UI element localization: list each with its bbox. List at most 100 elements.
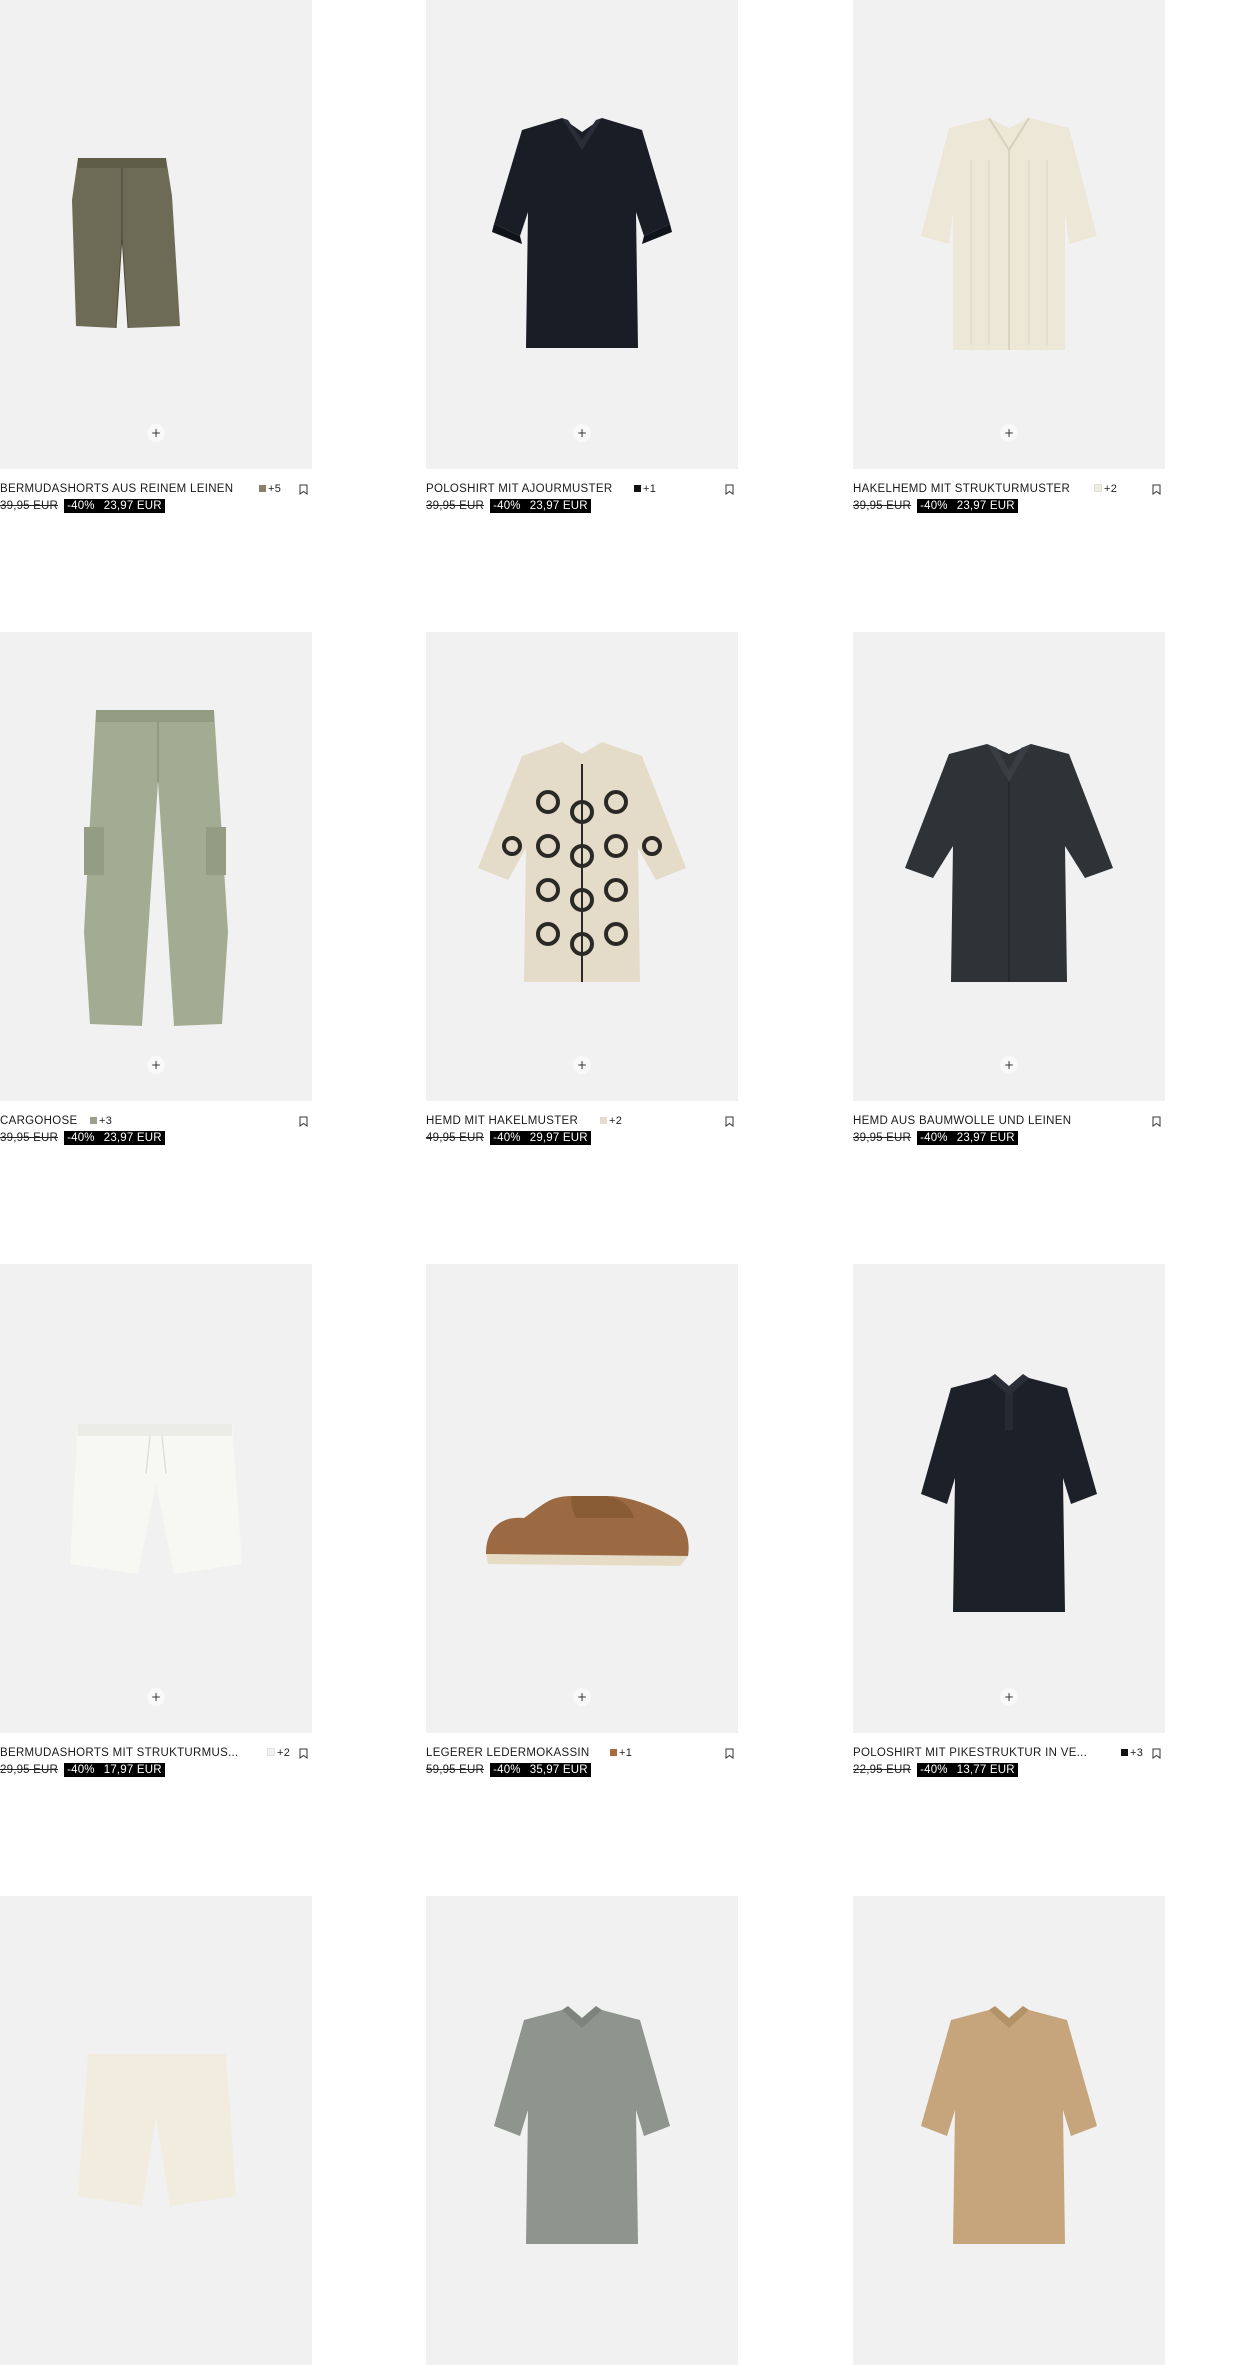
product-image-navy-polo-knit[interactable]: + xyxy=(426,0,738,469)
color-swatches[interactable]: +2 xyxy=(600,1115,622,1127)
product-image-navy-pique-polo[interactable]: + xyxy=(853,1264,1165,1733)
product-name[interactable]: HEMD AUS BAUMWOLLE UND LEINEN xyxy=(853,1115,1071,1127)
product-image-khaki-shorts[interactable]: + xyxy=(0,0,312,469)
product-name[interactable]: HEMD MIT HÄKELMUSTER xyxy=(426,1115,578,1127)
sale-price: 23,97 EUR xyxy=(103,500,162,512)
sale-price-badge: -40% 23,97 EUR xyxy=(64,1131,165,1145)
sale-price: 35,97 EUR xyxy=(529,1764,588,1776)
quick-add-button[interactable]: + xyxy=(147,1688,165,1706)
color-swatches[interactable]: +5 xyxy=(259,483,281,495)
bookmark-icon[interactable] xyxy=(1152,1116,1161,1127)
product-name[interactable]: POLOSHIRT MIT AJOURMUSTER xyxy=(426,483,612,495)
original-price: 39,95 EUR xyxy=(426,500,485,512)
product-image-green-cargo-pants[interactable]: + xyxy=(0,632,312,1101)
sale-price-badge: -40% 35,97 EUR xyxy=(490,1763,591,1777)
color-swatch xyxy=(634,485,641,492)
more-colors-count: +5 xyxy=(268,483,282,495)
product-image-cream-shorts-partial[interactable] xyxy=(0,1896,312,2365)
sale-price: 23,97 EUR xyxy=(956,500,1015,512)
quick-add-button[interactable]: + xyxy=(1000,1688,1018,1706)
color-swatches[interactable]: +3 xyxy=(90,1115,112,1127)
original-price: 22,95 EUR xyxy=(853,1764,912,1776)
color-swatches[interactable]: +1 xyxy=(634,483,656,495)
product-image-charcoal-shirt[interactable]: + xyxy=(853,632,1165,1101)
more-colors-count: +2 xyxy=(1104,483,1118,495)
bookmark-icon[interactable] xyxy=(725,484,734,495)
product-card[interactable]: + CARGOHOSE +3 39,95 EUR -40% 23,97 EUR xyxy=(0,632,312,1145)
product-card[interactable] xyxy=(853,1896,1165,2365)
sale-price: 13,77 EUR xyxy=(956,1764,1015,1776)
color-swatch xyxy=(267,1748,275,1756)
bookmark-icon[interactable] xyxy=(725,1748,734,1759)
quick-add-button[interactable]: + xyxy=(1000,1056,1018,1074)
quick-add-button[interactable]: + xyxy=(573,1688,591,1706)
bookmark-icon[interactable] xyxy=(1152,484,1161,495)
sale-price-badge: -40% 13,77 EUR xyxy=(917,1763,1018,1777)
product-name[interactable]: POLOSHIRT MIT PIKÉSTRUKTUR IN VE... xyxy=(853,1747,1087,1759)
navy-polo-knit-image xyxy=(492,118,672,348)
product-card[interactable]: + HÄKELHEMD MIT STRUKTURMUSTER +2 39,95 … xyxy=(853,0,1165,513)
product-name[interactable]: HÄKELHEMD MIT STRUKTURMUSTER xyxy=(853,483,1070,495)
quick-add-button[interactable]: + xyxy=(573,1056,591,1074)
color-swatches[interactable]: +3 xyxy=(1121,1747,1143,1759)
product-grid: + BERMUDASHORTS AUS REINEM LEINEN +5 39,… xyxy=(0,0,1250,2365)
grey-zip-polo-image xyxy=(494,2006,670,2244)
more-colors-count: +1 xyxy=(643,483,657,495)
color-swatch xyxy=(610,1749,617,1756)
product-card[interactable]: + HEMD MIT HÄKELMUSTER +2 49,95 EUR -40% 2… xyxy=(426,632,738,1145)
product-image-white-shorts[interactable]: + xyxy=(0,1264,312,1733)
product-image-tan-polo-partial[interactable] xyxy=(853,1896,1165,2365)
color-swatches[interactable]: +2 xyxy=(1094,483,1117,495)
sale-price: 29,97 EUR xyxy=(529,1132,588,1144)
product-image-patterned-crochet-shirt[interactable]: + xyxy=(426,632,738,1101)
color-swatches[interactable]: +2 xyxy=(267,1747,290,1759)
sale-price: 17,97 EUR xyxy=(103,1764,162,1776)
bookmark-icon[interactable] xyxy=(725,1116,734,1127)
product-card[interactable] xyxy=(0,1896,312,2365)
product-name[interactable]: BERMUDASHORTS MIT STRUKTURMUS... xyxy=(0,1747,239,1759)
product-card[interactable]: + HEMD AUS BAUMWOLLE UND LEINEN 39,95 EU… xyxy=(853,632,1165,1145)
original-price: 39,95 EUR xyxy=(0,500,59,512)
green-cargo-pants-image xyxy=(84,710,228,1026)
bookmark-icon[interactable] xyxy=(299,484,308,495)
product-card[interactable]: + POLOSHIRT MIT PIKÉSTRUKTUR IN VE... +3… xyxy=(853,1264,1165,1777)
product-name[interactable]: LEGERER LEDERMOKASSIN xyxy=(426,1747,590,1759)
product-name[interactable]: CARGOHOSE xyxy=(0,1115,77,1127)
sale-price: 23,97 EUR xyxy=(103,1132,162,1144)
product-image-cream-crochet-shirt[interactable]: + xyxy=(853,0,1165,469)
discount-label: -40% xyxy=(493,500,521,512)
bookmark-icon[interactable] xyxy=(1152,1748,1161,1759)
product-card[interactable]: + POLOSHIRT MIT AJOURMUSTER +1 39,95 EUR… xyxy=(426,0,738,513)
product-name[interactable]: BERMUDASHORTS AUS REINEM LEINEN xyxy=(0,483,233,495)
original-price: 39,95 EUR xyxy=(0,1132,59,1144)
quick-add-button[interactable]: + xyxy=(1000,424,1018,442)
bookmark-icon[interactable] xyxy=(299,1116,308,1127)
quick-add-button[interactable]: + xyxy=(147,424,165,442)
quick-add-button[interactable]: + xyxy=(573,424,591,442)
color-swatch xyxy=(259,485,266,492)
color-swatch xyxy=(600,1117,607,1124)
quick-add-button[interactable]: + xyxy=(147,1056,165,1074)
product-card[interactable]: + LEGERER LEDERMOKASSIN +1 59,95 EUR -40%… xyxy=(426,1264,738,1777)
sale-price: 23,97 EUR xyxy=(529,500,588,512)
more-colors-count: +3 xyxy=(99,1115,113,1127)
product-card[interactable]: + BERMUDASHORTS AUS REINEM LEINEN +5 39,… xyxy=(0,0,312,513)
bookmark-icon[interactable] xyxy=(299,1748,308,1759)
original-price: 59,95 EUR xyxy=(426,1764,485,1776)
more-colors-count: +2 xyxy=(609,1115,623,1127)
product-card[interactable] xyxy=(426,1896,738,2365)
sale-price-badge: -40% 23,97 EUR xyxy=(917,499,1018,513)
product-image-grey-zip-polo-partial[interactable] xyxy=(426,1896,738,2365)
color-swatch xyxy=(1121,1749,1128,1756)
product-card[interactable]: + BERMUDASHORTS MIT STRUKTURMUS... +2 29… xyxy=(0,1264,312,1777)
color-swatch xyxy=(90,1117,97,1124)
sale-price-badge: -40% 23,97 EUR xyxy=(64,499,165,513)
more-colors-count: +1 xyxy=(619,1747,633,1759)
patterned-crochet-shirt-image xyxy=(478,742,686,982)
sale-price-badge: -40% 17,97 EUR xyxy=(64,1763,165,1777)
color-swatches[interactable]: +1 xyxy=(610,1747,632,1759)
discount-label: -40% xyxy=(920,500,948,512)
product-image-brown-loafer[interactable]: + xyxy=(426,1264,738,1733)
cream-crochet-shirt-image xyxy=(921,117,1097,350)
white-shorts-image xyxy=(70,1424,242,1574)
